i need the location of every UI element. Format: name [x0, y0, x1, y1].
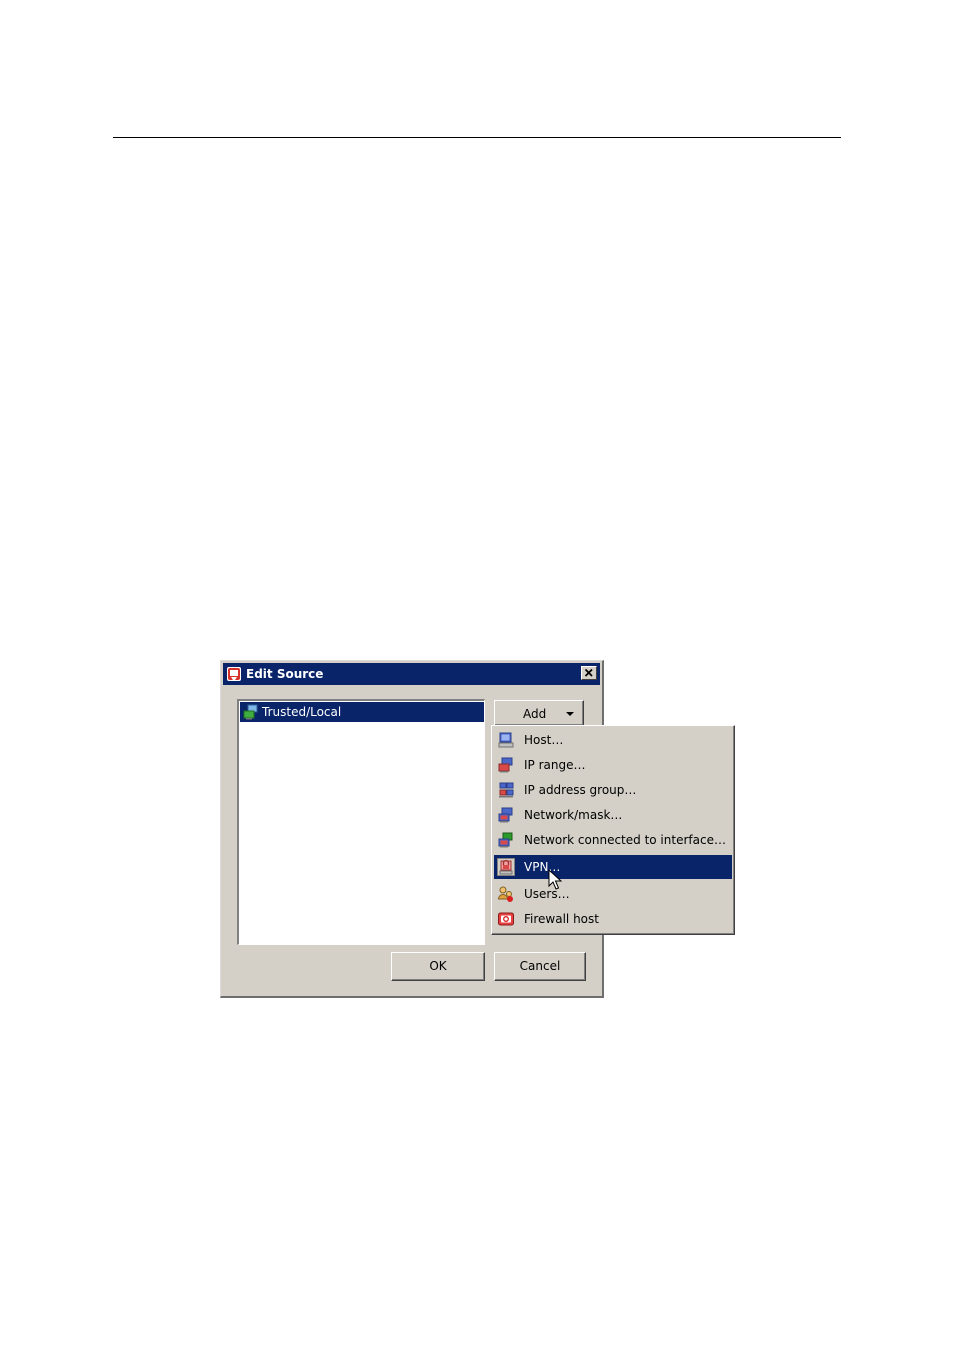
ok-button[interactable]: OK	[391, 952, 485, 981]
mouse-pointer-icon	[548, 869, 562, 890]
vpn-icon	[497, 858, 515, 876]
host-icon	[498, 732, 514, 748]
menu-item-network-mask[interactable]: Network/mask…	[494, 803, 732, 827]
list-item-trusted-local[interactable]: Trusted/Local	[240, 702, 484, 722]
chevron-down-icon	[566, 712, 574, 716]
network-icon	[243, 704, 258, 720]
app-icon	[227, 667, 241, 681]
network-mask-icon	[498, 807, 513, 823]
source-list[interactable]: Trusted/Local	[237, 699, 485, 945]
firewall-host-icon	[498, 912, 514, 926]
page-rule	[113, 137, 841, 138]
list-item-label: Trusted/Local	[262, 705, 342, 719]
menu-item-host[interactable]: Host…	[494, 728, 732, 752]
dialog-title-bar[interactable]: Edit Source	[223, 663, 600, 685]
menu-item-ip-range[interactable]: IP range…	[494, 753, 732, 777]
menu-item-firewall-host[interactable]: Firewall host	[494, 907, 732, 931]
close-icon	[584, 668, 593, 677]
close-button[interactable]	[581, 666, 597, 680]
cancel-button[interactable]: Cancel	[494, 952, 586, 981]
users-icon	[498, 886, 513, 902]
network-interface-icon	[498, 832, 513, 848]
add-dropdown-button[interactable]: Add	[494, 700, 584, 726]
menu-item-ip-address-group[interactable]: IP address group…	[494, 778, 732, 802]
ip-range-icon	[498, 757, 513, 773]
dialog-title: Edit Source	[246, 667, 324, 681]
ip-group-icon	[499, 782, 514, 798]
add-dropdown-menu: Host… IP range… IP address group… Networ…	[491, 725, 735, 935]
menu-item-vpn[interactable]: VPN…	[494, 855, 732, 879]
menu-item-users[interactable]: Users…	[494, 882, 732, 906]
menu-item-network-interface[interactable]: Network connected to interface…	[494, 828, 732, 852]
